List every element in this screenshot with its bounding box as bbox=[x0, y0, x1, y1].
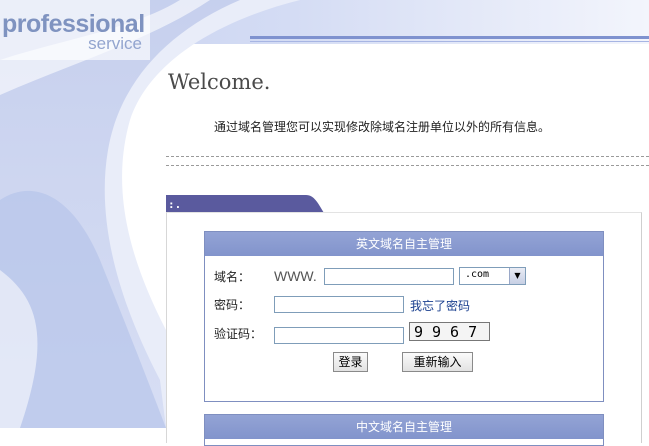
www-prefix: WWW. bbox=[274, 268, 317, 284]
reset-button[interactable]: 重新输入 bbox=[402, 352, 473, 372]
english-domain-header: 英文域名自主管理 bbox=[205, 232, 603, 256]
panel-tab-label: :. bbox=[168, 198, 182, 211]
divider-line bbox=[166, 165, 649, 166]
domain-label: 域名： bbox=[214, 270, 251, 284]
english-domain-box: 英文域名自主管理 bbox=[204, 231, 604, 402]
captcha-input[interactable] bbox=[274, 327, 404, 344]
divider-line bbox=[166, 156, 649, 157]
page-title: Welcome. bbox=[168, 70, 271, 94]
forgot-password-link[interactable]: 我忘了密码 bbox=[410, 297, 470, 314]
chinese-domain-header: 中文域名自主管理 bbox=[205, 415, 603, 439]
tld-select[interactable]: .com ▼ bbox=[459, 267, 526, 285]
intro-text: 通过域名管理您可以实现修改除域名注册单位以外的所有信息。 bbox=[214, 120, 551, 134]
login-button[interactable]: 登录 bbox=[333, 352, 368, 372]
panel-tab bbox=[166, 195, 324, 213]
brand-tagline: service bbox=[88, 34, 142, 53]
captcha-label: 验证码： bbox=[214, 327, 263, 341]
chevron-down-icon[interactable]: ▼ bbox=[509, 268, 525, 284]
password-label: 密码： bbox=[214, 298, 251, 312]
chinese-domain-box: 中文域名自主管理 bbox=[204, 414, 604, 446]
captcha-image: 9967 bbox=[409, 322, 490, 341]
domain-input[interactable] bbox=[324, 268, 454, 285]
tld-selected-value: .com bbox=[465, 269, 490, 280]
password-input[interactable] bbox=[274, 296, 404, 313]
